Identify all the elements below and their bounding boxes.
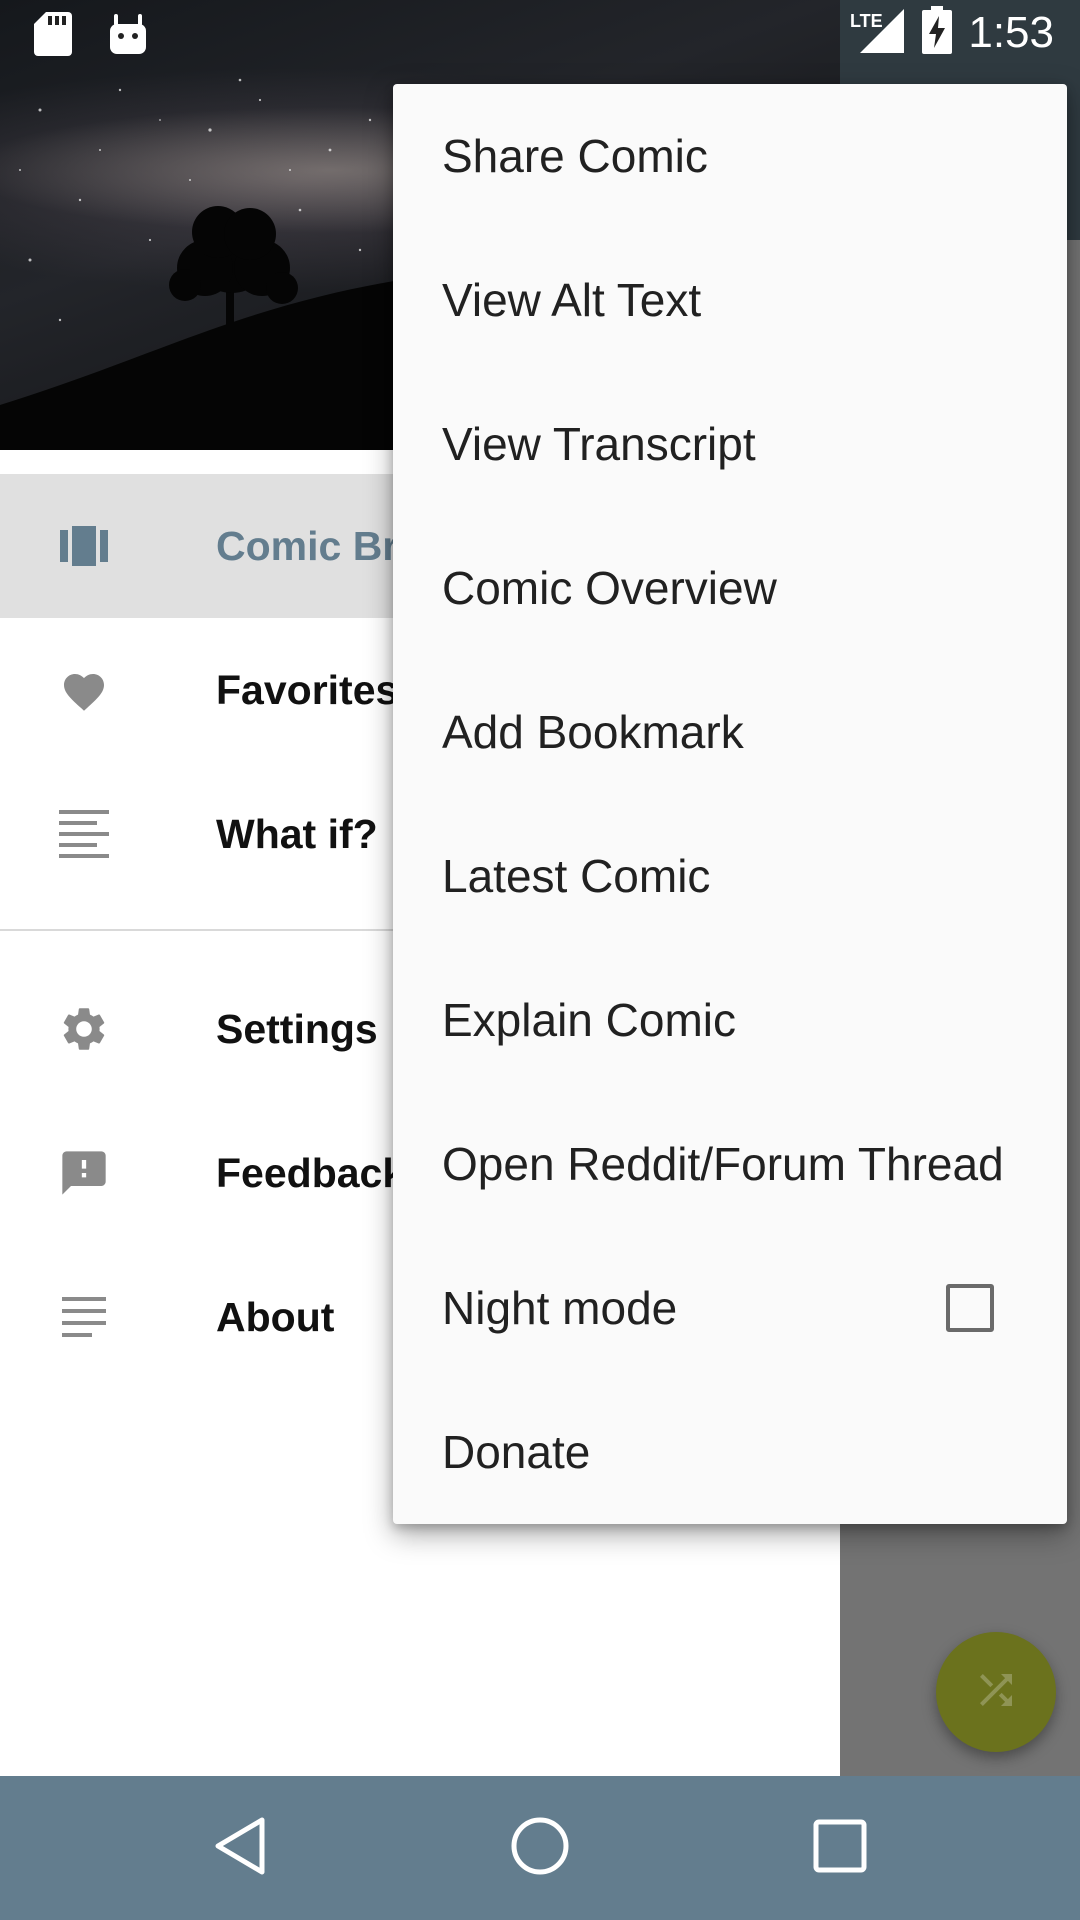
home-button[interactable]: [498, 1806, 582, 1890]
drawer-item-label: Feedback: [216, 1149, 406, 1196]
android-debug-icon: [108, 12, 148, 61]
menu-item-share-comic[interactable]: Share Comic: [393, 84, 1067, 228]
battery-charging-icon: [922, 6, 953, 59]
article-icon: [58, 808, 110, 860]
drawer-item-label: About: [216, 1293, 335, 1340]
menu-item-view-transcript[interactable]: View Transcript: [393, 372, 1067, 516]
menu-item-view-alt-text[interactable]: View Alt Text: [393, 228, 1067, 372]
menu-item-night-mode[interactable]: Night mode: [393, 1236, 1067, 1380]
status-clock: 1:53: [968, 7, 1054, 57]
overflow-menu: Share Comic View Alt Text View Transcrip…: [393, 84, 1067, 1524]
menu-item-label: Comic Overview: [442, 562, 777, 614]
feedback-icon: [58, 1147, 110, 1199]
gear-icon: [58, 1003, 110, 1055]
back-button[interactable]: [198, 1806, 282, 1890]
menu-item-donate[interactable]: Donate: [393, 1380, 1067, 1524]
menu-item-latest-comic[interactable]: Latest Comic: [393, 804, 1067, 948]
menu-item-add-bookmark[interactable]: Add Bookmark: [393, 660, 1067, 804]
comic-browser-icon: [58, 520, 110, 572]
menu-item-label: Open Reddit/Forum Thread: [442, 1138, 1004, 1190]
menu-item-label: Donate: [442, 1426, 591, 1478]
system-nav-bar: [0, 1776, 1080, 1920]
shuffle-icon: [972, 1666, 1020, 1719]
night-mode-checkbox[interactable]: [946, 1284, 994, 1332]
menu-item-comic-overview[interactable]: Comic Overview: [393, 516, 1067, 660]
menu-item-label: View Alt Text: [442, 274, 702, 326]
menu-item-label: Add Bookmark: [442, 706, 744, 758]
menu-item-explain-comic[interactable]: Explain Comic: [393, 948, 1067, 1092]
heart-icon: [58, 664, 110, 716]
menu-item-label: View Transcript: [442, 418, 756, 470]
menu-item-label: Night mode: [442, 1282, 678, 1334]
menu-item-label: Share Comic: [442, 130, 708, 182]
menu-item-label: Explain Comic: [442, 994, 736, 1046]
menu-item-open-thread[interactable]: Open Reddit/Forum Thread: [393, 1092, 1067, 1236]
drawer-item-label: Favorites: [216, 666, 399, 713]
about-icon: [58, 1291, 110, 1343]
menu-item-label: Latest Comic: [442, 850, 711, 902]
random-comic-fab[interactable]: [936, 1632, 1056, 1752]
drawer-item-label: What if?: [216, 810, 378, 857]
drawer-item-label: Settings: [216, 1005, 378, 1052]
recents-button[interactable]: [798, 1806, 882, 1890]
recents-icon: [813, 1819, 867, 1878]
lte-label: LTE: [850, 11, 883, 31]
home-icon: [510, 1816, 570, 1881]
sd-card-icon: [34, 12, 72, 61]
status-bar: LTE 1:53: [0, 0, 1080, 72]
back-icon: [212, 1816, 268, 1881]
lte-signal-icon: LTE: [850, 7, 906, 58]
